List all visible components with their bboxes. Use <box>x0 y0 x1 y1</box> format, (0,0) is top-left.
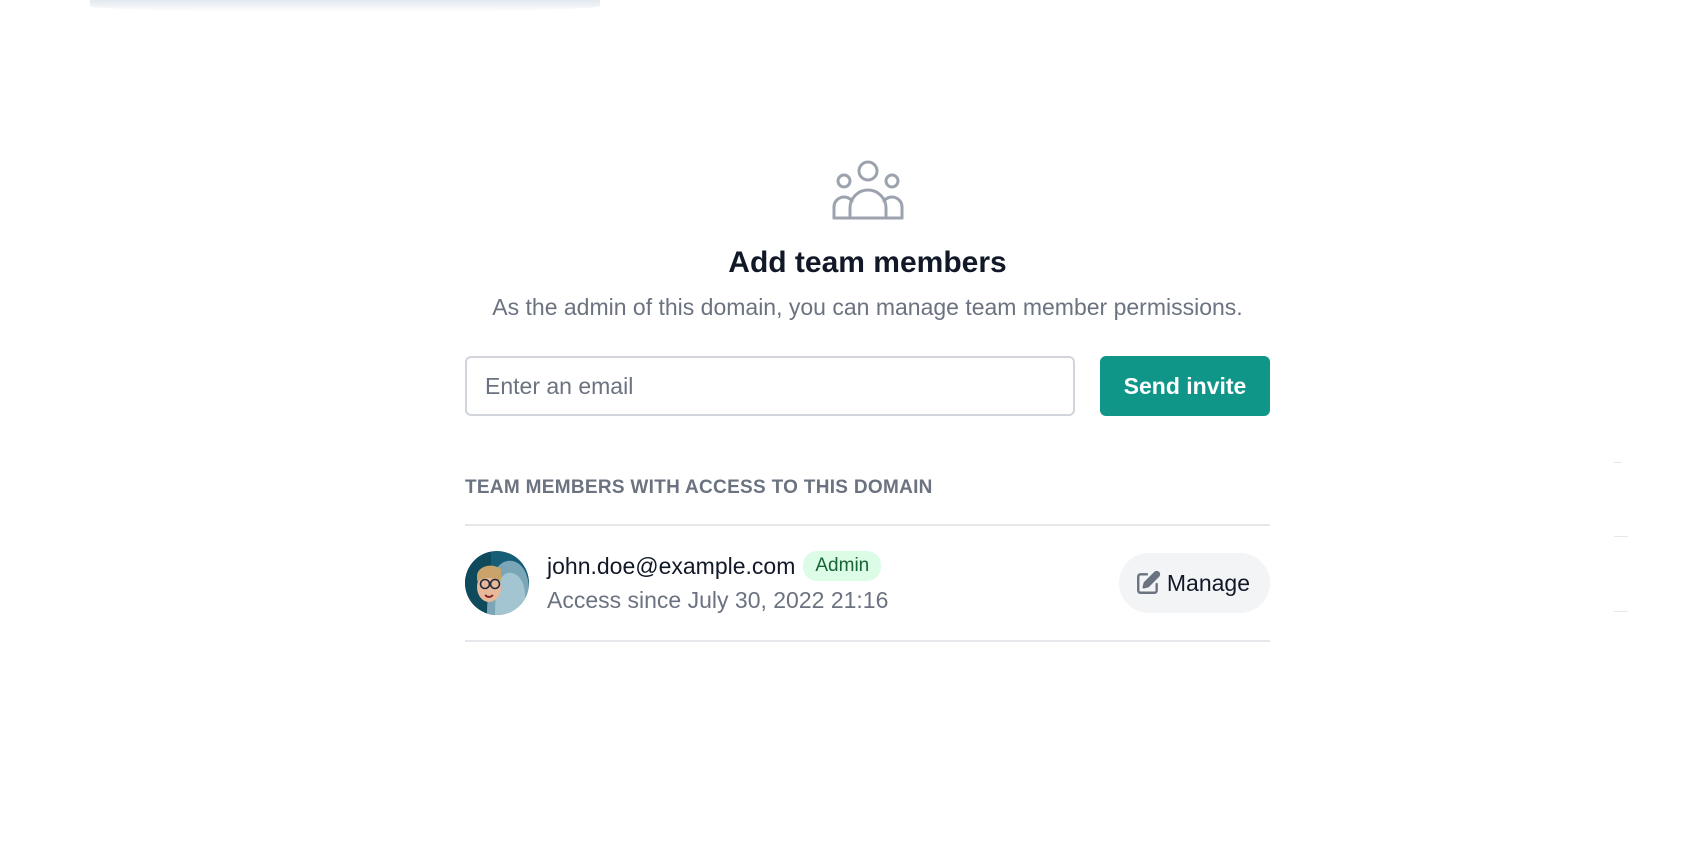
member-row: john.doe@example.com Admin Access since … <box>465 526 1270 640</box>
member-top-line: john.doe@example.com Admin <box>547 551 1119 581</box>
edge-decoration-3 <box>1614 611 1628 612</box>
send-invite-button[interactable]: Send invite <box>1100 356 1270 416</box>
edge-decoration-2 <box>1614 536 1628 537</box>
page-subtitle: As the admin of this domain, you can man… <box>492 294 1243 320</box>
user-group-icon <box>832 160 903 220</box>
edge-decoration-1 <box>1614 462 1622 463</box>
role-badge: Admin <box>803 551 882 581</box>
avatar-image <box>465 551 529 615</box>
pencil-square-icon <box>1136 570 1160 594</box>
member-list: john.doe@example.com Admin Access since … <box>465 524 1270 642</box>
email-input[interactable] <box>465 356 1075 416</box>
top-shadow-decoration <box>90 0 600 12</box>
avatar <box>465 551 529 615</box>
member-access-since: Access since July 30, 2022 21:16 <box>547 587 889 613</box>
members-section-heading: TEAM MEMBERS WITH ACCESS TO THIS DOMAIN <box>465 477 933 498</box>
manage-button[interactable]: Manage <box>1118 553 1270 613</box>
member-info: john.doe@example.com Admin Access since … <box>547 551 1119 615</box>
manage-button-label: Manage <box>1166 569 1250 596</box>
member-email: john.doe@example.com <box>547 553 796 579</box>
page-title: Add team members <box>728 246 1007 279</box>
invite-form: Send invite <box>465 356 1270 416</box>
add-team-members-panel: Add team members As the admin of this do… <box>465 160 1270 642</box>
